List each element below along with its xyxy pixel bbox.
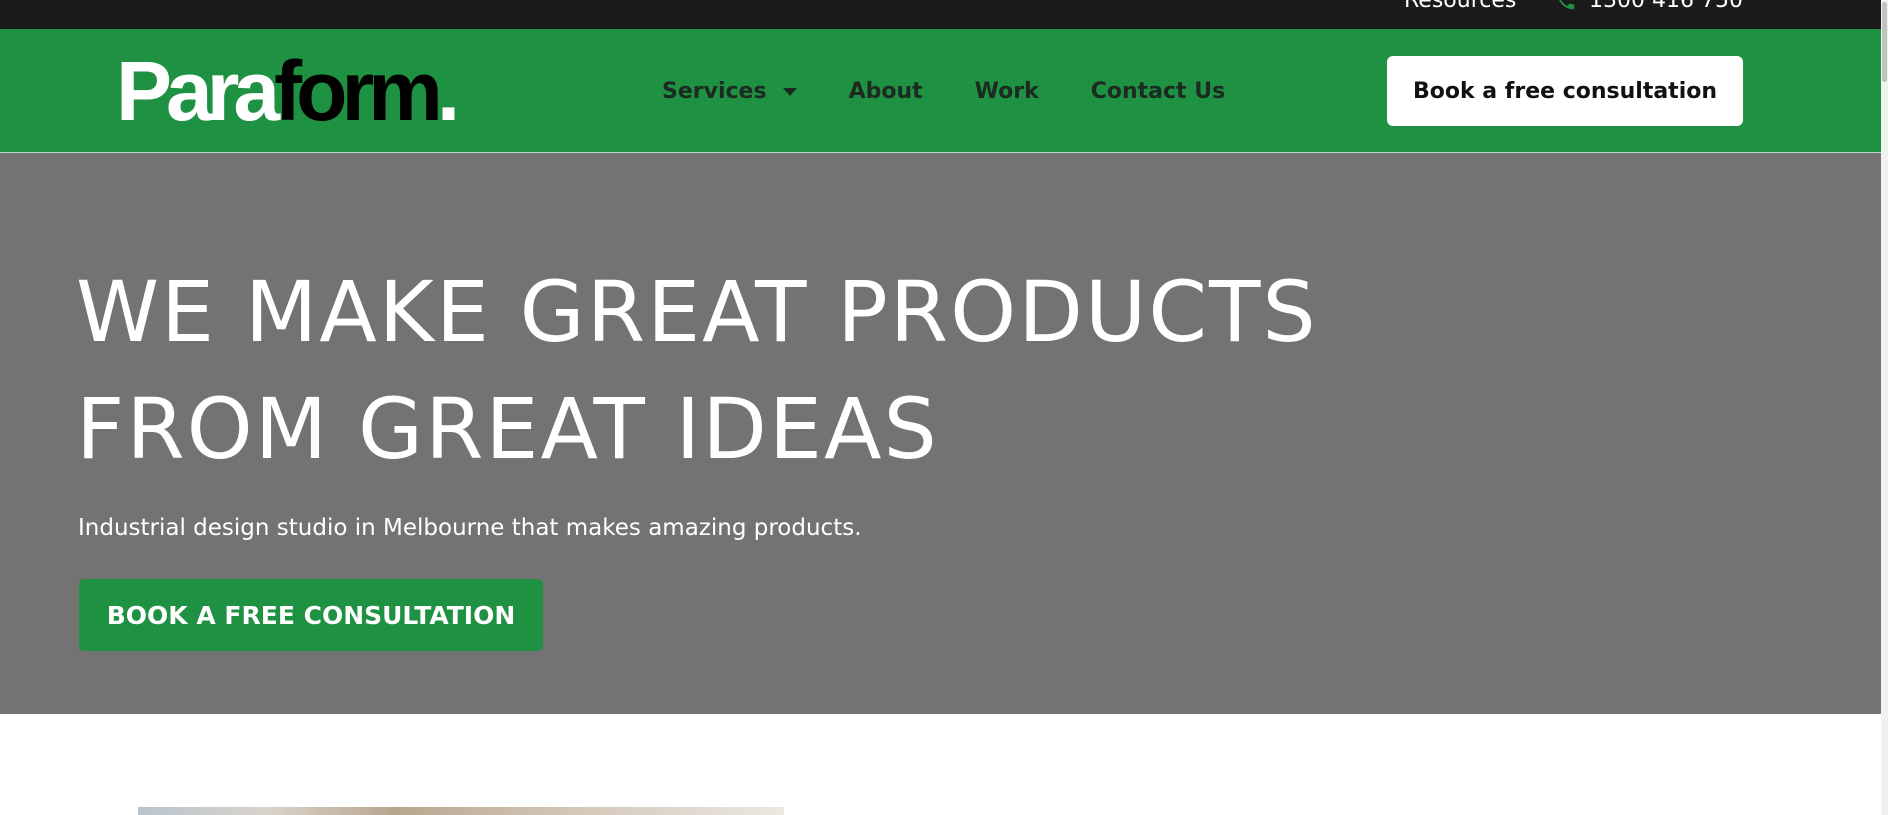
book-consultation-header-button[interactable]: Book a free consultation <box>1387 56 1743 126</box>
nav-item-work[interactable]: Work <box>975 79 1039 104</box>
logo-dot: . <box>436 44 460 138</box>
nav-item-services[interactable]: Services <box>662 79 797 104</box>
chevron-down-icon <box>782 87 797 96</box>
hero-headline: WE MAKE GREAT PRODUCTS FROM GREAT IDEAS <box>76 254 1576 488</box>
phone-number: 1300 416 750 <box>1589 0 1743 13</box>
nav-item-about-label: About <box>848 79 923 104</box>
nav-item-services-label: Services <box>662 79 767 104</box>
nav-item-work-label: Work <box>974 79 1039 104</box>
paraform-logo[interactable]: Paraform. <box>116 49 460 133</box>
hero-subtitle: Industrial design studio in Melbourne th… <box>78 515 862 541</box>
hero-section: WE MAKE GREAT PRODUCTS FROM GREAT IDEAS … <box>0 153 1881 714</box>
phone-icon <box>1559 0 1575 9</box>
scrollbar-thumb[interactable] <box>1882 2 1887 82</box>
site-header: Paraform. Services About Work Contact Us… <box>0 29 1881 153</box>
content-section <box>0 714 1881 815</box>
main-nav: Services About Work Contact Us <box>662 79 1225 104</box>
top-bar: Resources 1300 416 750 <box>0 0 1881 29</box>
page-scrollbar[interactable] <box>1881 0 1888 815</box>
nav-item-contact-us-label: Contact Us <box>1090 79 1226 104</box>
feature-image <box>138 807 784 815</box>
resources-link[interactable]: Resources <box>1404 0 1516 13</box>
logo-text-form: form <box>274 44 443 138</box>
logo-text-para: Para <box>116 44 280 138</box>
nav-item-about[interactable]: About <box>849 79 923 104</box>
nav-item-contact-us[interactable]: Contact Us <box>1091 79 1225 104</box>
book-consultation-hero-button[interactable]: BOOK A FREE CONSULTATION <box>79 579 543 651</box>
hero-headline-line1: WE MAKE GREAT PRODUCTS <box>76 263 1318 361</box>
phone-link[interactable]: 1300 416 750 <box>1555 0 1743 13</box>
hero-headline-line2: FROM GREAT IDEAS <box>76 380 939 478</box>
